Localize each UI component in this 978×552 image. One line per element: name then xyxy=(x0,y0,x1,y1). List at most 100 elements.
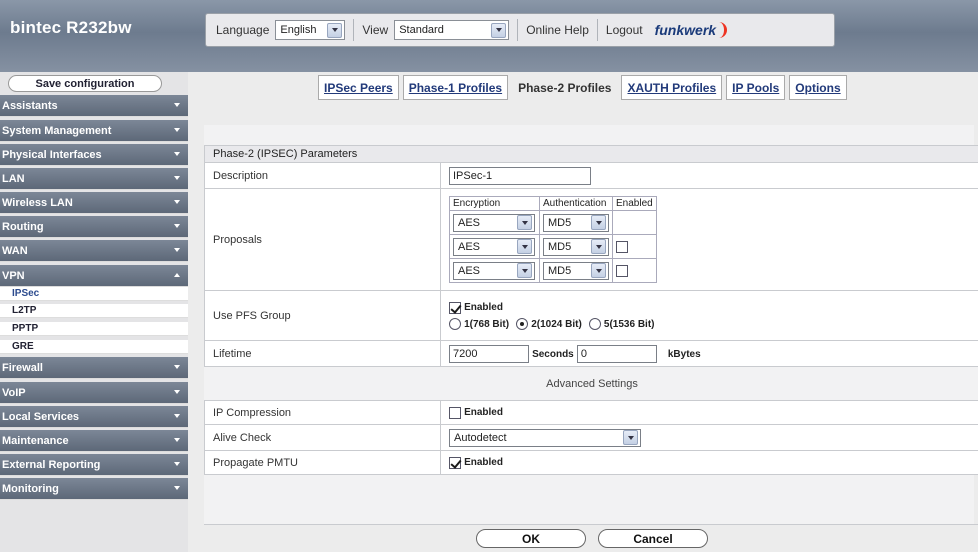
chevron-down-icon xyxy=(591,215,606,230)
chevron-down-icon xyxy=(174,176,180,180)
tab-phase-2-profiles[interactable]: Phase-2 Profiles xyxy=(512,75,618,100)
proposal-enabled-checkbox[interactable] xyxy=(616,240,628,253)
divider xyxy=(353,19,355,41)
sidebar-subitem-pptp[interactable]: PPTP xyxy=(0,322,188,336)
sidebar-item-external-reporting[interactable]: External Reporting xyxy=(0,454,188,476)
sidebar-item-routing[interactable]: Routing xyxy=(0,216,188,238)
proposals-label: Proposals xyxy=(204,188,441,291)
sidebar-item-local-services[interactable]: Local Services xyxy=(0,406,188,428)
encryption-header: Encryption xyxy=(449,196,540,211)
chevron-down-icon xyxy=(174,128,180,132)
chevron-down-icon xyxy=(174,365,180,369)
tab-bar: IPSec Peers Phase-1 Profiles Phase-2 Pro… xyxy=(318,75,847,101)
sidebar-item-physical-interfaces[interactable]: Physical Interfaces xyxy=(0,144,188,166)
save-configuration-button[interactable]: Save configuration xyxy=(8,75,162,92)
sidebar-item-wan[interactable]: WAN xyxy=(0,240,188,262)
funkwerk-logo: funkwerk xyxy=(655,22,728,38)
description-input[interactable]: IPSec-1 xyxy=(449,166,591,185)
sidebar-subitem-l2tp[interactable]: L2TP xyxy=(0,304,188,318)
chevron-down-icon xyxy=(491,22,507,38)
chevron-down-icon xyxy=(591,263,606,278)
pfs-option-label: 1(768 Bit) xyxy=(464,318,510,330)
lifetime-kbytes-input[interactable]: 0 xyxy=(576,344,657,363)
authentication-select[interactable]: MD5 xyxy=(543,261,609,280)
sidebar-subitem-gre[interactable]: GRE xyxy=(0,340,188,354)
pfs-option-radio[interactable] xyxy=(449,317,461,330)
language-label: Language xyxy=(216,23,270,37)
sidebar-item-assistants[interactable]: Assistants xyxy=(0,95,188,117)
ip-compression-checkbox[interactable] xyxy=(449,406,461,419)
sidebar-item-maintenance[interactable]: Maintenance xyxy=(0,430,188,452)
chevron-down-icon xyxy=(517,263,532,278)
chevron-down-icon xyxy=(174,248,180,252)
propagate-pmtu-checkbox[interactable] xyxy=(449,456,461,469)
chevron-down-icon xyxy=(174,152,180,156)
sidebar-item-wireless-lan[interactable]: Wireless LAN xyxy=(0,192,188,214)
pfs-enabled-checkbox[interactable] xyxy=(449,301,461,314)
logo-mark-icon xyxy=(718,22,728,38)
propagate-pmtu-text: Enabled xyxy=(464,457,503,469)
view-label: View xyxy=(362,23,389,37)
encryption-select[interactable]: AES xyxy=(453,237,535,256)
chevron-down-icon xyxy=(174,486,180,490)
sidebar-item-system-management[interactable]: System Management xyxy=(0,120,188,142)
chevron-down-icon xyxy=(174,438,180,442)
encryption-select[interactable]: AES xyxy=(453,261,535,280)
pfs-option-radio[interactable] xyxy=(516,317,529,330)
chevron-down-icon xyxy=(517,239,532,254)
enabled-header: Enabled xyxy=(612,196,657,211)
view-select[interactable]: Standard xyxy=(394,20,510,40)
sidebar-subitem-ipsec[interactable]: IPSec xyxy=(0,287,188,301)
sidebar-item-lan[interactable]: LAN xyxy=(0,168,188,190)
chevron-down-icon xyxy=(174,200,180,204)
sidebar-item-voip[interactable]: VoIP xyxy=(0,382,188,404)
divider xyxy=(517,19,519,41)
description-label: Description xyxy=(204,162,441,189)
pfs-enabled-text: Enabled xyxy=(464,302,503,314)
tab-options[interactable]: Options xyxy=(789,75,847,100)
chevron-down-icon xyxy=(174,390,180,394)
tab-ipsec-peers[interactable]: IPSec Peers xyxy=(318,75,399,100)
lifetime-label: Lifetime xyxy=(204,340,441,367)
proposals-table: Encryption Authentication Enabled AES MD… xyxy=(449,196,657,283)
cancel-button[interactable]: Cancel xyxy=(598,529,708,548)
chevron-down-icon xyxy=(174,414,180,418)
authentication-select[interactable]: MD5 xyxy=(543,213,609,232)
logout-link[interactable]: Logout xyxy=(606,23,643,37)
ip-compression-label: IP Compression xyxy=(204,400,441,425)
divider xyxy=(596,19,598,41)
ip-compression-text: Enabled xyxy=(464,407,503,419)
sidebar-item-vpn[interactable]: VPN xyxy=(0,265,188,287)
advanced-settings-heading: Advanced Settings xyxy=(204,366,978,401)
online-help-link[interactable]: Online Help xyxy=(526,23,589,37)
alive-check-select[interactable]: Autodetect xyxy=(449,428,641,447)
form-buttons: OK Cancel xyxy=(204,524,978,552)
phase2-parameters-table: Phase-2 (IPSEC) Parameters Description I… xyxy=(204,145,978,475)
tab-ip-pools[interactable]: IP Pools xyxy=(726,75,786,100)
tab-phase-1-profiles[interactable]: Phase-1 Profiles xyxy=(402,75,509,100)
lifetime-seconds-input[interactable]: 7200 xyxy=(449,344,529,363)
ok-button[interactable]: OK xyxy=(476,529,586,548)
chevron-down-icon xyxy=(174,224,180,228)
chevron-down-icon xyxy=(591,239,606,254)
chevron-down-icon xyxy=(327,22,343,38)
header-bar: bintec R232bw Language English View Stan… xyxy=(0,0,978,72)
sidebar-item-monitoring[interactable]: Monitoring xyxy=(0,478,188,500)
seconds-unit: Seconds xyxy=(532,348,574,360)
encryption-select[interactable]: AES xyxy=(453,213,535,232)
pfs-option-radio[interactable] xyxy=(588,317,601,330)
chevron-up-icon xyxy=(174,273,180,277)
sidebar-item-firewall[interactable]: Firewall xyxy=(0,357,188,379)
toolbar: Language English View Standard Online He… xyxy=(205,13,835,47)
proposal-enabled-checkbox[interactable] xyxy=(616,264,628,277)
chevron-down-icon xyxy=(517,215,532,230)
chevron-down-icon xyxy=(623,430,638,445)
chevron-down-icon xyxy=(174,462,180,466)
tab-xauth-profiles[interactable]: XAUTH Profiles xyxy=(621,75,723,100)
authentication-select[interactable]: MD5 xyxy=(543,237,609,256)
propagate-pmtu-label: Propagate PMTU xyxy=(204,450,441,475)
pfs-option-label: 5(1536 Bit) xyxy=(603,318,655,330)
language-select[interactable]: English xyxy=(275,20,346,40)
chevron-down-icon xyxy=(174,103,180,107)
kbytes-unit: kBytes xyxy=(667,348,701,360)
